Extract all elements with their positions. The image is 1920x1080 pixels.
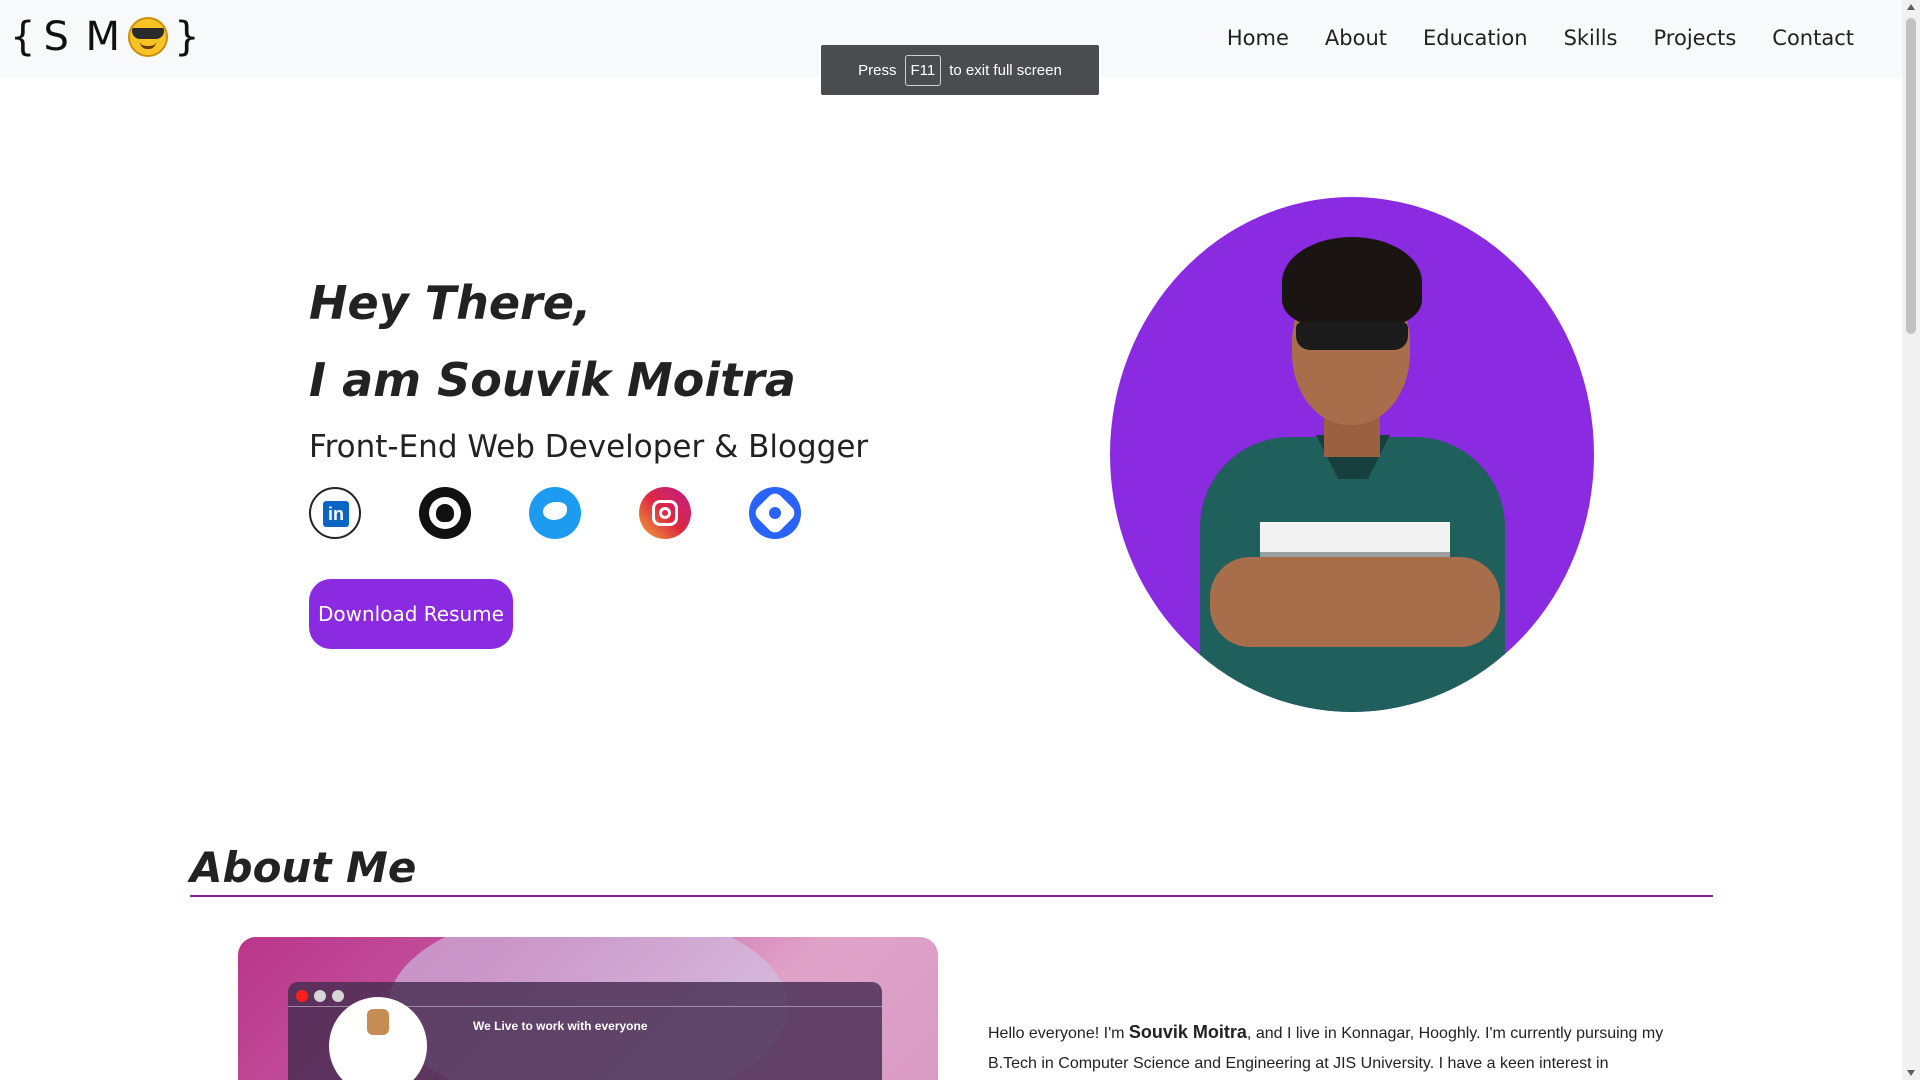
nav-education[interactable]: Education <box>1423 26 1528 50</box>
profile-photo <box>1110 197 1594 712</box>
brand-close-brace: } <box>174 14 202 60</box>
scroll-down-arrow-icon[interactable] <box>1907 1070 1915 1076</box>
twitter-icon[interactable] <box>529 487 581 539</box>
sunglasses-emoji-icon <box>128 17 169 57</box>
nav-links: Home About Education Skills Projects Con… <box>1227 26 1854 50</box>
scrollbar-thumb[interactable] <box>1906 18 1916 334</box>
page-scrollbar[interactable] <box>1902 0 1920 1080</box>
about-text-intro: Hello everyone! I'm <box>988 1025 1129 1042</box>
card-tagline: We Live to work with everyone <box>473 1019 648 1033</box>
brand-open-brace: { <box>10 14 38 60</box>
hero-role: Front-End Web Developer & Blogger <box>309 429 869 465</box>
hashnode-icon[interactable] <box>749 487 801 539</box>
linkedin-icon[interactable]: in <box>309 487 361 539</box>
hero-name: I am Souvik Moitra <box>309 353 796 407</box>
hero-greeting: Hey There, <box>309 276 592 330</box>
about-divider <box>190 895 1713 897</box>
brand-logo[interactable]: { S M } <box>10 14 202 60</box>
toast-key: F11 <box>904 54 942 86</box>
nav-home[interactable]: Home <box>1227 26 1289 50</box>
fullscreen-exit-toast: Press F11 to exit full screen <box>821 45 1099 95</box>
about-text: Hello everyone! I'm Souvik Moitra, and I… <box>988 1017 1668 1079</box>
window-close-dot-icon <box>296 990 308 1002</box>
toast-suffix: to exit full screen <box>949 61 1062 79</box>
scroll-up-arrow-icon[interactable] <box>1907 4 1915 10</box>
window-minimize-dot-icon <box>314 990 326 1002</box>
instagram-icon[interactable] <box>639 487 691 539</box>
window-maximize-dot-icon <box>332 990 344 1002</box>
social-links: in <box>309 487 801 539</box>
download-resume-button[interactable]: Download Resume <box>309 579 513 649</box>
about-text-name: Souvik Moitra <box>1128 1022 1247 1042</box>
nav-projects[interactable]: Projects <box>1654 26 1737 50</box>
toast-prefix: Press <box>858 61 897 79</box>
nav-about[interactable]: About <box>1325 26 1387 50</box>
github-icon[interactable] <box>419 487 471 539</box>
nav-skills[interactable]: Skills <box>1564 26 1618 50</box>
nav-contact[interactable]: Contact <box>1772 26 1854 50</box>
about-illustration: We Live to work with everyone <box>238 937 938 1080</box>
about-title: About Me <box>190 843 417 892</box>
brand-letters: S M <box>43 14 123 60</box>
